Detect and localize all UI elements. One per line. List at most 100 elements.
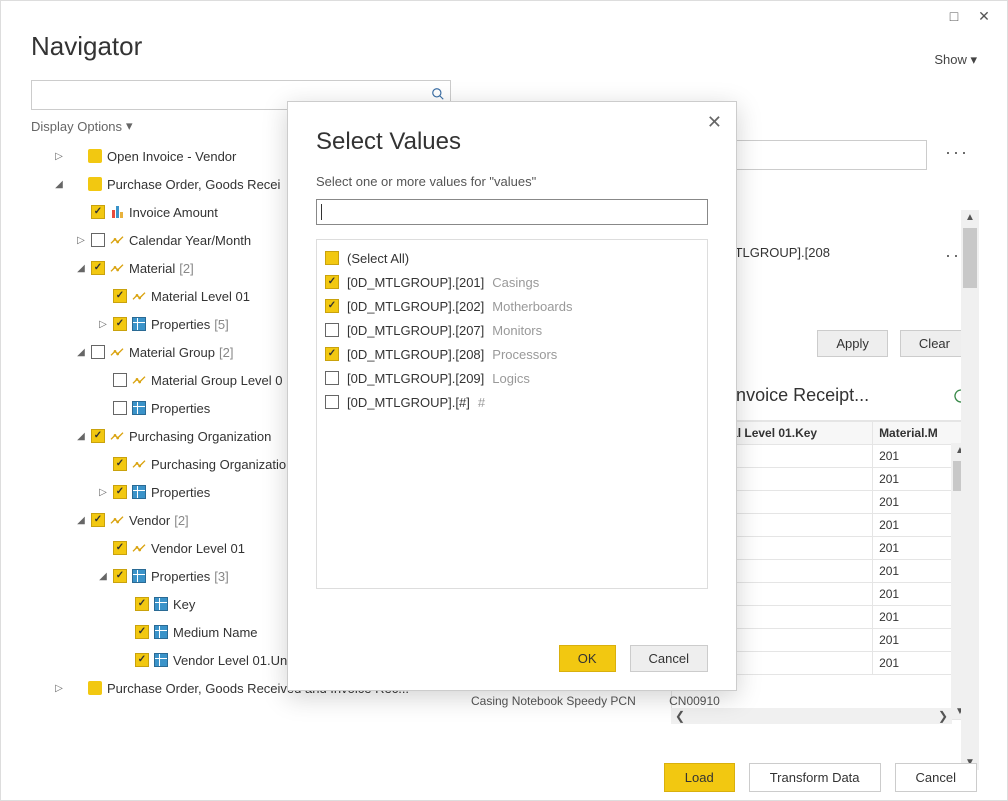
checkbox[interactable] bbox=[325, 299, 339, 313]
select-values-dialog: ✕ Select Values Select one or more value… bbox=[287, 101, 737, 691]
load-button[interactable]: Load bbox=[664, 763, 735, 792]
pane-scrollbar[interactable]: ▲ ▼ bbox=[961, 210, 979, 770]
tree-node-count: [2] bbox=[179, 261, 193, 276]
column-header[interactable]: Material.M bbox=[873, 422, 968, 445]
checkbox[interactable] bbox=[91, 513, 105, 527]
checkbox[interactable] bbox=[91, 345, 105, 359]
apply-button[interactable]: Apply bbox=[817, 330, 888, 357]
expand-arrow-icon[interactable]: ▷ bbox=[97, 487, 109, 498]
dialog-cancel-button[interactable]: Cancel bbox=[630, 645, 708, 672]
hierarchy-icon bbox=[131, 456, 147, 472]
value-row[interactable]: [0D_MTLGROUP].[208]Processors bbox=[325, 342, 699, 366]
expand-arrow-icon[interactable]: ◢ bbox=[75, 515, 87, 526]
checkbox[interactable] bbox=[113, 485, 127, 499]
clear-button[interactable]: Clear bbox=[900, 330, 969, 357]
value-row[interactable]: [0D_MTLGROUP].[201]Casings bbox=[325, 270, 699, 294]
checkbox[interactable] bbox=[135, 597, 149, 611]
close-icon[interactable]: ✕ bbox=[969, 4, 999, 28]
value-row[interactable]: [0D_MTLGROUP].[#]# bbox=[325, 390, 699, 414]
tree-node-label: Vendor Level 01 bbox=[151, 541, 245, 556]
preview-row-fragment: Casing Notebook Speedy PCN bbox=[471, 694, 636, 708]
tree-node-label: Purchasing Organizatio bbox=[151, 457, 286, 472]
hierarchy-icon bbox=[131, 372, 147, 388]
filter-input[interactable] bbox=[316, 199, 708, 225]
display-options-label: Display Options bbox=[31, 119, 122, 134]
tree-node-label: Key bbox=[173, 597, 195, 612]
select-all-row[interactable]: (Select All) bbox=[325, 246, 699, 270]
checkbox[interactable] bbox=[91, 429, 105, 443]
value-code: [0D_MTLGROUP].[201] bbox=[347, 275, 484, 290]
checkbox[interactable] bbox=[325, 395, 339, 409]
table-icon bbox=[131, 484, 147, 500]
checkbox[interactable] bbox=[91, 261, 105, 275]
table-hscrollbar[interactable]: ❮ ❯ bbox=[671, 708, 952, 724]
expand-arrow-icon[interactable]: ▷ bbox=[53, 683, 65, 694]
value-row[interactable]: [0D_MTLGROUP].[202] Motherboards bbox=[325, 294, 699, 318]
tree-node-label: Material Group Level 0 bbox=[151, 373, 283, 388]
checkbox[interactable] bbox=[325, 275, 339, 289]
expand-arrow-icon[interactable]: ◢ bbox=[75, 263, 87, 274]
value-code: [0D_MTLGROUP].[208] bbox=[347, 347, 484, 362]
cube-icon bbox=[87, 148, 103, 164]
ok-button[interactable]: OK bbox=[559, 645, 616, 672]
value-desc: # bbox=[478, 395, 485, 410]
show-menu[interactable]: Show ▾ bbox=[934, 52, 977, 68]
page-title: Navigator bbox=[31, 31, 977, 62]
hierarchy-icon bbox=[109, 260, 125, 276]
transform-data-button[interactable]: Transform Data bbox=[749, 763, 881, 792]
ellipsis-button[interactable]: ··· bbox=[945, 142, 969, 163]
tree-node-count: [2] bbox=[174, 513, 188, 528]
hierarchy-icon bbox=[109, 512, 125, 528]
checkbox[interactable] bbox=[91, 233, 105, 247]
tree-node-label: Vendor bbox=[129, 513, 170, 528]
value-code: [0D_MTLGROUP].[207] bbox=[347, 323, 484, 338]
scroll-thumb[interactable] bbox=[963, 228, 977, 288]
checkbox[interactable] bbox=[325, 347, 339, 361]
value-desc: Motherboards bbox=[492, 299, 572, 314]
tree-node-label: Properties bbox=[151, 485, 210, 500]
checkbox[interactable] bbox=[91, 205, 105, 219]
cancel-button[interactable]: Cancel bbox=[895, 763, 977, 792]
checkbox[interactable] bbox=[325, 323, 339, 337]
tree-node-label: Vendor Level 01.Uniq bbox=[173, 653, 297, 668]
chart-icon bbox=[109, 204, 125, 220]
tree-node-count: [5] bbox=[214, 317, 228, 332]
checkbox[interactable] bbox=[113, 289, 127, 303]
scroll-up-icon[interactable]: ▲ bbox=[961, 212, 979, 223]
checkbox[interactable] bbox=[135, 653, 149, 667]
expand-arrow-icon[interactable]: ▷ bbox=[97, 319, 109, 330]
value-row[interactable]: [0D_MTLGROUP].[207]Monitors bbox=[325, 318, 699, 342]
expand-arrow-icon[interactable]: ◢ bbox=[75, 347, 87, 358]
expand-arrow-icon[interactable]: ▷ bbox=[75, 235, 87, 246]
scroll-right-icon[interactable]: ❯ bbox=[938, 709, 948, 723]
expand-arrow-icon[interactable]: ◢ bbox=[75, 431, 87, 442]
tree-node-label: Properties bbox=[151, 569, 210, 584]
checkbox[interactable] bbox=[113, 457, 127, 471]
hierarchy-icon bbox=[109, 232, 125, 248]
checkbox[interactable] bbox=[113, 569, 127, 583]
value-code: [0D_MTLGROUP].[202] bbox=[347, 299, 484, 314]
scroll-left-icon[interactable]: ❮ bbox=[675, 709, 685, 723]
checkbox[interactable] bbox=[113, 373, 127, 387]
table-icon bbox=[153, 596, 169, 612]
table-icon bbox=[153, 624, 169, 640]
dialog-title: Select Values bbox=[316, 128, 708, 156]
checkbox[interactable] bbox=[325, 371, 339, 385]
table-icon bbox=[131, 568, 147, 584]
table-icon bbox=[131, 400, 147, 416]
checkbox[interactable] bbox=[135, 625, 149, 639]
checkbox[interactable] bbox=[113, 317, 127, 331]
expand-arrow-icon[interactable]: ◢ bbox=[53, 179, 65, 190]
tree-node-label: Medium Name bbox=[173, 625, 258, 640]
tree-node-label: Calendar Year/Month bbox=[129, 233, 251, 248]
expand-arrow-icon[interactable]: ◢ bbox=[97, 571, 109, 582]
cube-icon bbox=[87, 176, 103, 192]
close-icon[interactable]: ✕ bbox=[707, 112, 722, 133]
maximize-icon[interactable]: □ bbox=[939, 4, 969, 28]
checkbox[interactable] bbox=[113, 541, 127, 555]
tree-node-label: Purchase Order, Goods Recei bbox=[107, 177, 280, 192]
value-row[interactable]: [0D_MTLGROUP].[209]Logics bbox=[325, 366, 699, 390]
expand-arrow-icon[interactable]: ▷ bbox=[53, 151, 65, 162]
checkbox[interactable] bbox=[113, 401, 127, 415]
checkbox-tristate[interactable] bbox=[325, 251, 339, 265]
